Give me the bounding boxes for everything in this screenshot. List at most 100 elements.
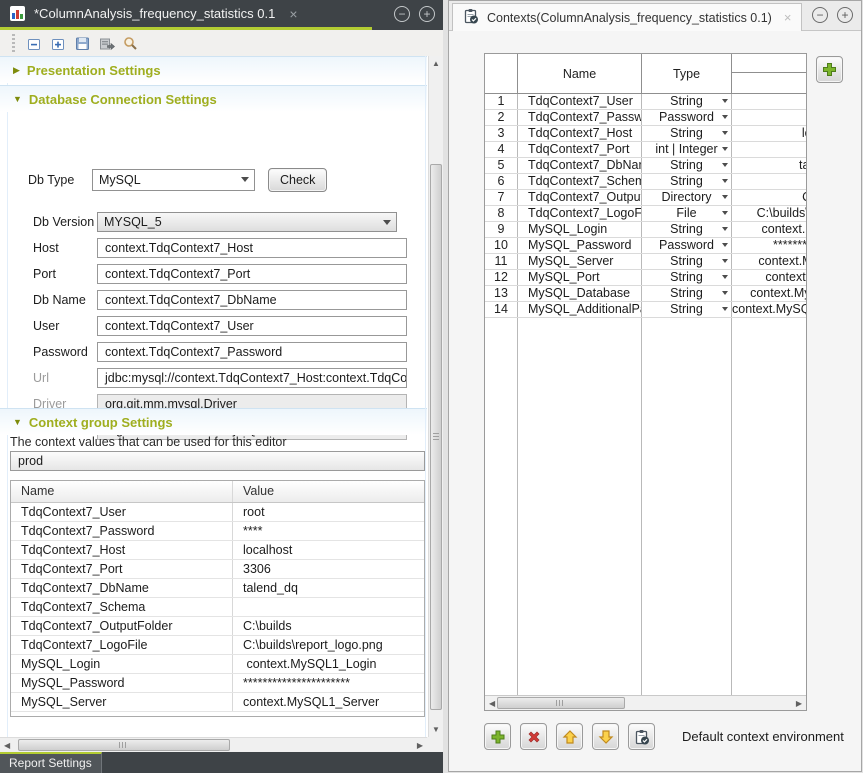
- add-context-variable-button[interactable]: [816, 56, 843, 83]
- add-button[interactable]: [484, 723, 511, 750]
- expand-all-icon[interactable]: [50, 35, 67, 52]
- tab-contexts[interactable]: Contexts(ColumnAnalysis_frequency_statis…: [452, 3, 802, 31]
- export-report-icon[interactable]: [98, 35, 115, 52]
- variable-type-cell[interactable]: String: [642, 270, 732, 285]
- scroll-left-icon[interactable]: ◀: [489, 699, 495, 708]
- variable-value-cell[interactable]: context.MySQL1_Login: [732, 222, 807, 237]
- variable-name-cell[interactable]: TdqContext7_User: [518, 94, 642, 109]
- context-value-cell[interactable]: 3306: [233, 560, 424, 578]
- variable-name-cell[interactable]: TdqContext7_Password: [518, 110, 642, 125]
- variable-name-cell[interactable]: MySQL_Password: [518, 238, 642, 253]
- variable-value-cell[interactable]: C:\builds\report_logo.png: [732, 206, 807, 221]
- context-name-cell[interactable]: TdqContext7_Host: [11, 541, 233, 559]
- variable-value-cell[interactable]: context.MySQL1_Database: [732, 286, 807, 301]
- context-value-cell[interactable]: localhost: [233, 541, 424, 559]
- context-name-cell[interactable]: TdqContext7_DbName: [11, 579, 233, 597]
- section-database-connection-settings[interactable]: ▼ Database Connection Settings: [0, 85, 427, 112]
- context-name-cell[interactable]: MySQL_Login: [11, 655, 233, 673]
- close-icon[interactable]: ×: [784, 10, 792, 25]
- variable-type-cell[interactable]: String: [642, 94, 732, 109]
- variable-value-cell[interactable]: ****: [732, 110, 807, 125]
- context-name-cell[interactable]: TdqContext7_OutputFolder: [11, 617, 233, 635]
- horizontal-scrollbar-thumb[interactable]: [18, 739, 230, 751]
- db-version-combo[interactable]: MYSQL_5: [97, 212, 397, 232]
- variable-type-cell[interactable]: File: [642, 206, 732, 221]
- tab-report-settings[interactable]: Report Settings: [0, 752, 102, 773]
- variable-name-cell[interactable]: MySQL_Server: [518, 254, 642, 269]
- variable-value-cell[interactable]: 3306: [732, 142, 807, 157]
- host-input[interactable]: context.TdqContext7_Host: [97, 238, 407, 258]
- context-name-cell[interactable]: TdqContext7_LogoFile: [11, 636, 233, 654]
- horizontal-scrollbar[interactable]: ◀ ▶: [0, 737, 427, 752]
- context-name-cell[interactable]: TdqContext7_Schema: [11, 598, 233, 616]
- vertical-scrollbar[interactable]: ▲ ▼: [428, 56, 443, 737]
- variable-value-cell[interactable]: localhost: [732, 126, 807, 141]
- variable-name-cell[interactable]: MySQL_Port: [518, 270, 642, 285]
- vertical-scrollbar-thumb[interactable]: [430, 164, 442, 710]
- context-value-cell[interactable]: talend_dq: [233, 579, 424, 597]
- collapse-all-icon[interactable]: [26, 35, 43, 52]
- variable-name-cell[interactable]: MySQL_Database: [518, 286, 642, 301]
- scroll-right-icon[interactable]: ▶: [796, 699, 802, 708]
- maximize-icon[interactable]: +: [837, 7, 853, 23]
- scroll-left-icon[interactable]: ◀: [4, 741, 10, 750]
- delete-button[interactable]: [520, 723, 547, 750]
- variable-value-cell[interactable]: C:\builds: [732, 190, 807, 205]
- scroll-down-icon[interactable]: ▼: [432, 725, 440, 734]
- horizontal-scrollbar-thumb[interactable]: [497, 697, 625, 709]
- variable-name-cell[interactable]: TdqContext7_Host: [518, 126, 642, 141]
- check-button[interactable]: Check: [268, 168, 327, 192]
- variable-value-cell[interactable]: talend_dq: [732, 158, 807, 173]
- context-value-cell[interactable]: C:\builds: [233, 617, 424, 635]
- move-up-button[interactable]: [556, 723, 583, 750]
- save-icon[interactable]: [74, 35, 91, 52]
- context-value-cell[interactable]: root: [233, 503, 424, 521]
- maximize-icon[interactable]: +: [419, 6, 435, 22]
- context-name-cell[interactable]: MySQL_Password: [11, 674, 233, 692]
- variable-name-cell[interactable]: TdqContext7_LogoFile: [518, 206, 642, 221]
- variable-type-cell[interactable]: String: [642, 174, 732, 189]
- context-name-cell[interactable]: TdqContext7_Password: [11, 522, 233, 540]
- password-input[interactable]: context.TdqContext7_Password: [97, 342, 407, 362]
- variable-type-cell[interactable]: String: [642, 254, 732, 269]
- context-value-cell[interactable]: context.MySQL1_Login: [233, 655, 424, 673]
- variable-name-cell[interactable]: TdqContext7_Schema: [518, 174, 642, 189]
- context-value-cell[interactable]: context.MySQL1_Server: [233, 693, 424, 711]
- variable-type-cell[interactable]: String: [642, 158, 732, 173]
- contexts-table-horizontal-scrollbar[interactable]: ◀ ▶: [485, 695, 806, 710]
- collapsed-twistie-icon[interactable]: ▶: [13, 65, 20, 76]
- manage-contexts-button[interactable]: [628, 723, 655, 750]
- variable-type-cell[interactable]: int | Integer: [642, 142, 732, 157]
- zoom-icon[interactable]: [122, 35, 139, 52]
- close-icon[interactable]: ×: [289, 6, 297, 22]
- variable-name-cell[interactable]: MySQL_Login: [518, 222, 642, 237]
- variable-type-cell[interactable]: String: [642, 302, 732, 317]
- db-name-input[interactable]: context.TdqContext7_DbName: [97, 290, 407, 310]
- context-value-cell[interactable]: **********************: [233, 674, 424, 692]
- variable-value-cell[interactable]: context.MySQL1_Server: [732, 254, 807, 269]
- minimize-icon[interactable]: −: [812, 7, 828, 23]
- context-name-cell[interactable]: TdqContext7_User: [11, 503, 233, 521]
- tab-column-analysis[interactable]: *ColumnAnalysis_frequency_statistics 0.1…: [0, 0, 372, 30]
- expanded-twistie-icon[interactable]: ▼: [13, 417, 22, 427]
- context-environment-field[interactable]: prod: [10, 451, 425, 471]
- variable-name-cell[interactable]: TdqContext7_OutputFolder: [518, 190, 642, 205]
- variable-value-cell[interactable]: [732, 174, 807, 189]
- variable-name-cell[interactable]: MySQL_AdditionalParams: [518, 302, 642, 317]
- variable-type-cell[interactable]: Directory: [642, 190, 732, 205]
- variable-value-cell[interactable]: **********************: [732, 238, 807, 253]
- variable-name-cell[interactable]: TdqContext7_DbName: [518, 158, 642, 173]
- variable-type-cell[interactable]: Password: [642, 110, 732, 125]
- move-down-button[interactable]: [592, 723, 619, 750]
- scroll-up-icon[interactable]: ▲: [432, 59, 440, 68]
- minimize-icon[interactable]: −: [394, 6, 410, 22]
- variable-name-cell[interactable]: TdqContext7_Port: [518, 142, 642, 157]
- scroll-right-icon[interactable]: ▶: [417, 741, 423, 750]
- section-context-group-settings[interactable]: ▼ Context group Settings: [0, 408, 427, 435]
- variable-type-cell[interactable]: String: [642, 126, 732, 141]
- variable-type-cell[interactable]: String: [642, 222, 732, 237]
- context-name-cell[interactable]: TdqContext7_Port: [11, 560, 233, 578]
- variable-value-cell[interactable]: context.MySQL1_AdditionalParams: [732, 302, 807, 317]
- port-input[interactable]: context.TdqContext7_Port: [97, 264, 407, 284]
- variable-type-cell[interactable]: Password: [642, 238, 732, 253]
